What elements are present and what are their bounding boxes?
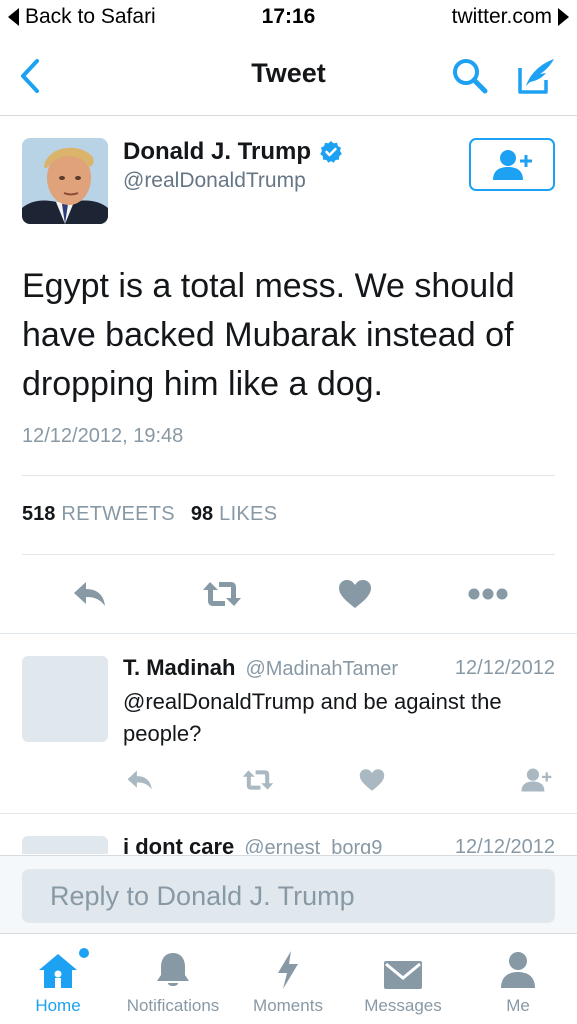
tab-me-label: Me	[506, 996, 530, 1015]
site-link[interactable]: twitter.com	[452, 5, 569, 29]
reply-avatar[interactable]	[22, 836, 108, 854]
reply-header: T. Madinah @MadinahTamer	[123, 655, 398, 681]
like-label[interactable]: LIKES	[219, 503, 277, 526]
retweet-button[interactable]	[200, 572, 244, 616]
reply-header: i dont care @ernest_borg9	[123, 834, 382, 854]
reply-reply-button[interactable]	[122, 762, 158, 798]
reply-item[interactable]: i dont care @ernest_borg9 12/12/2012	[0, 814, 577, 854]
bell-icon-wrap	[154, 934, 192, 990]
compose-button[interactable]	[512, 54, 562, 98]
verified-badge-icon	[319, 140, 343, 164]
lightning-icon-wrap	[275, 934, 301, 990]
heart-icon	[339, 580, 371, 608]
reply-icon	[74, 582, 105, 606]
tweet-timestamp: 12/12/2012, 19:48	[22, 425, 184, 447]
follow-button[interactable]	[469, 138, 555, 191]
home-icon-wrap	[37, 934, 89, 990]
reply-follow-button[interactable]	[518, 762, 554, 798]
reply-date: 12/12/2012	[454, 836, 555, 854]
status-bar: Back to Safari 17:16 twitter.com	[0, 0, 577, 36]
author-name[interactable]: Donald J. Trump	[123, 138, 343, 166]
reply-author-name[interactable]: i dont care	[123, 834, 234, 854]
forward-arrow-icon	[558, 8, 569, 26]
reply-retweet-button[interactable]	[240, 762, 276, 798]
reply-author-handle[interactable]: @ernest_borg9	[244, 837, 382, 854]
retweet-label[interactable]: RETWEETS	[61, 503, 175, 526]
new-content-dot	[79, 948, 89, 958]
reply-avatar[interactable]	[22, 656, 108, 742]
tab-home-label: Home	[35, 996, 81, 1015]
tab-messages-label: Messages	[364, 996, 442, 1015]
nav-bar: Tweet	[0, 36, 577, 116]
author-handle[interactable]: @realDonaldTrump	[123, 169, 306, 193]
tweet-stats: 518 RETWEETS 98 LIKES	[22, 503, 293, 526]
search-icon	[453, 59, 488, 94]
tab-bar: Home Notifications Moments Messages Me	[0, 933, 577, 1024]
tab-moments[interactable]: Moments	[242, 934, 334, 1024]
person-icon	[501, 952, 535, 988]
like-count[interactable]: 98	[191, 503, 213, 526]
envelope-icon	[384, 961, 422, 989]
reply-input[interactable]	[22, 869, 555, 923]
tab-home[interactable]: Home	[14, 934, 102, 1024]
retweet-count[interactable]: 518	[22, 503, 55, 526]
add-user-icon	[493, 149, 532, 180]
reply-author-handle[interactable]: @MadinahTamer	[245, 658, 398, 681]
author-photo	[22, 138, 108, 224]
tweet-text: Egypt is a total mess. We should have ba…	[22, 267, 515, 403]
more-options-icon	[468, 588, 508, 600]
author-name-label: Donald J. Trump	[123, 138, 312, 165]
reply-author-name[interactable]: T. Madinah	[123, 655, 235, 681]
reply-button[interactable]	[68, 572, 112, 616]
search-button[interactable]	[446, 54, 494, 98]
tab-me[interactable]: Me	[490, 934, 546, 1024]
divider	[22, 475, 555, 476]
compose-tweet-icon	[518, 59, 554, 94]
heart-icon	[359, 769, 385, 791]
author-avatar[interactable]	[22, 138, 108, 224]
reply-date: 12/12/2012	[454, 657, 555, 679]
add-user-icon	[521, 768, 552, 792]
tab-moments-label: Moments	[253, 996, 323, 1015]
lightning-icon	[278, 951, 298, 989]
reply-icon	[127, 770, 152, 790]
tab-notifications[interactable]: Notifications	[112, 934, 234, 1024]
home-icon	[39, 954, 77, 988]
retweet-icon	[203, 582, 241, 606]
divider	[22, 554, 555, 555]
like-button[interactable]	[333, 572, 377, 616]
reply-composer	[0, 855, 577, 933]
tab-messages[interactable]: Messages	[350, 934, 456, 1024]
site-label: twitter.com	[451, 5, 552, 28]
bell-icon	[157, 953, 189, 986]
reply-text: @realDonaldTrump and be against the peop…	[123, 689, 502, 746]
envelope-icon-wrap	[383, 934, 423, 990]
divider	[0, 633, 577, 634]
tab-notifications-label: Notifications	[126, 996, 220, 1015]
more-button[interactable]	[466, 572, 510, 616]
person-icon-wrap	[499, 934, 537, 990]
reply-like-button[interactable]	[354, 762, 390, 798]
retweet-icon	[242, 770, 274, 790]
